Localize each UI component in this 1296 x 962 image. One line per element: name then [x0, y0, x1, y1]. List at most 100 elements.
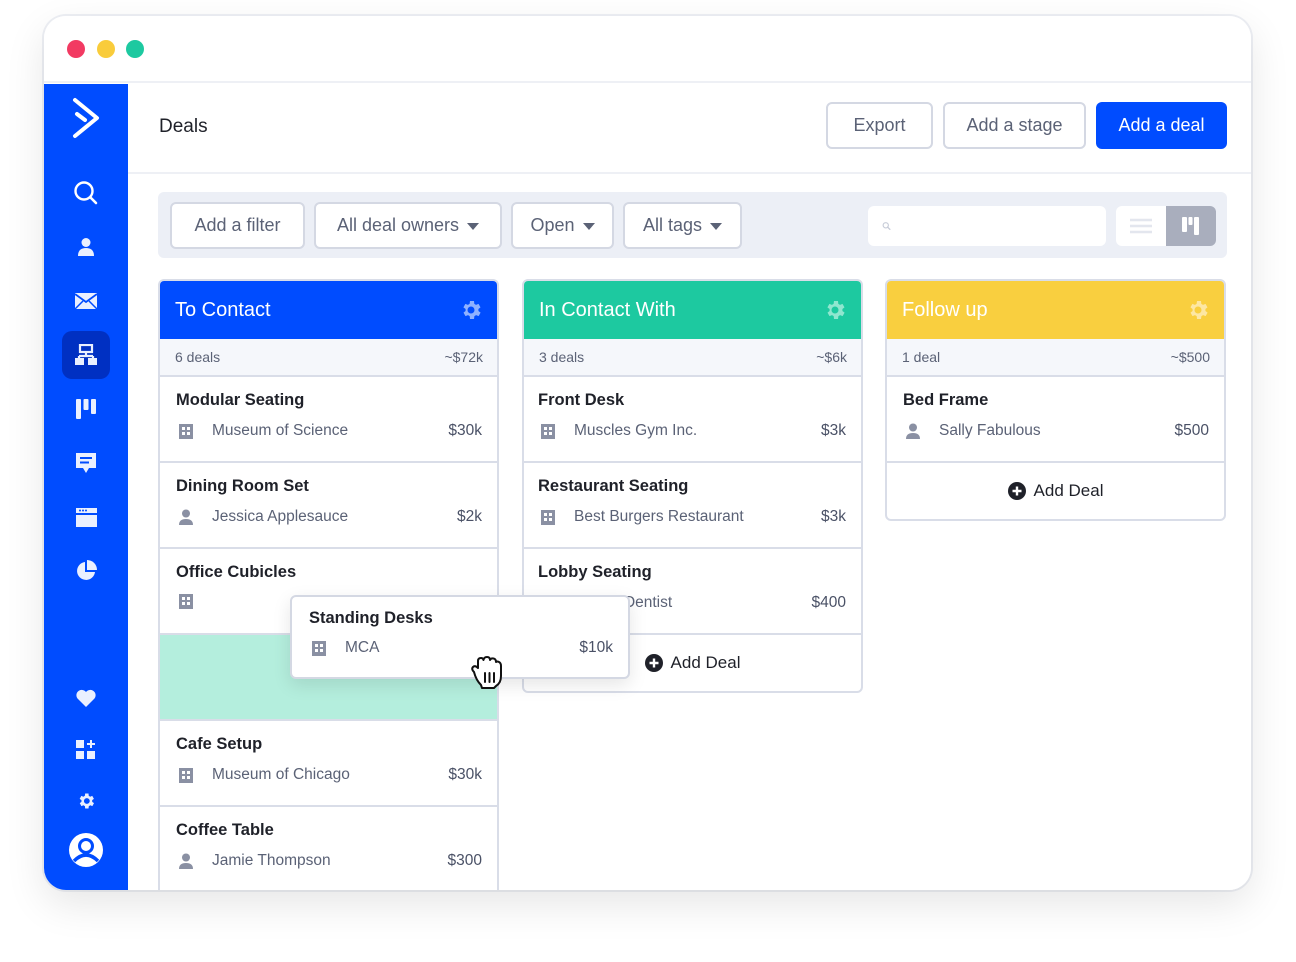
title-bar	[44, 16, 1251, 83]
minimize-window-button[interactable]	[97, 40, 115, 58]
deal-card[interactable]: Modular Seating Museum of Science $30k	[160, 377, 497, 463]
caret-down-icon	[710, 223, 723, 230]
kanban-icon	[1182, 217, 1199, 235]
status-dropdown[interactable]: Open	[511, 202, 614, 249]
add-deal-label: Add Deal	[1033, 481, 1104, 500]
person-icon	[906, 423, 920, 439]
stage-settings-gear-icon[interactable]	[823, 298, 847, 322]
deal-card[interactable]: Front Desk Muscles Gym Inc. $3k	[524, 377, 861, 463]
board-view-button[interactable]	[1166, 206, 1216, 246]
status-label: Open	[530, 215, 575, 235]
grab-hand-cursor-icon	[471, 656, 502, 689]
deal-contact: Jessica Applesauce	[212, 508, 349, 525]
activecampaign-logo-icon	[73, 98, 99, 138]
building-icon	[179, 594, 193, 609]
pie-chart-icon	[76, 559, 97, 580]
tags-dropdown[interactable]: All tags	[623, 202, 742, 249]
close-window-button[interactable]	[67, 40, 85, 58]
stage-title: Follow up	[902, 298, 988, 321]
deal-owners-dropdown[interactable]: All deal owners	[314, 202, 502, 249]
list-view-button[interactable]	[1116, 206, 1166, 246]
deal-title: Standing Desks	[309, 609, 433, 627]
deal-amount: $500	[1174, 422, 1209, 439]
sidebar-item-search[interactable]	[62, 169, 110, 217]
deal-amount: $300	[447, 852, 482, 869]
apps-add-icon	[76, 740, 95, 759]
sidebar-item-campaigns[interactable]	[62, 277, 110, 325]
deal-contact: Museum of Science	[212, 422, 349, 439]
sidebar-item-apps[interactable]	[62, 726, 110, 774]
deal-contact: Jamie Thompson	[212, 852, 331, 869]
list-icon	[1130, 218, 1152, 234]
filter-bar: Add a filter All deal owners Open All ta…	[158, 192, 1227, 258]
deal-title: Office Cubicles	[176, 563, 297, 581]
person-icon	[179, 853, 193, 869]
stage-settings-gear-icon[interactable]	[1186, 298, 1210, 322]
deal-contact: Museum of Chicago	[212, 766, 350, 783]
kanban-icon	[76, 399, 96, 419]
stage-header: In Contact With	[524, 281, 861, 339]
sidebar-item-contacts[interactable]	[62, 223, 110, 271]
deal-amount: $3k	[821, 422, 846, 439]
deal-title: Front Desk	[538, 391, 625, 409]
deal-title: Dining Room Set	[176, 477, 309, 495]
stage-settings-gear-icon[interactable]	[459, 298, 483, 322]
dragging-deal-card[interactable]: Standing Desks MCA $10k	[290, 595, 630, 679]
deal-contact: Sally Fabulous	[939, 422, 1041, 439]
deal-amount: $10k	[579, 639, 613, 656]
chat-icon	[76, 452, 96, 473]
add-deal-link[interactable]: Add Deal	[887, 463, 1224, 519]
sidebar-item-reports[interactable]	[62, 546, 110, 594]
stage-header: To Contact	[160, 281, 497, 339]
search-icon	[74, 181, 98, 205]
building-icon	[541, 423, 555, 439]
stage-total: ~$500	[1170, 349, 1210, 365]
person-icon	[78, 238, 94, 256]
sidebar-item-settings[interactable]	[62, 777, 110, 825]
logo[interactable]	[62, 94, 110, 142]
deal-owners-label: All deal owners	[336, 215, 460, 235]
deal-card[interactable]: Coffee Table Jamie Thompson $300	[160, 807, 497, 890]
deal-card[interactable]: Cafe Setup Museum of Chicago $30k	[160, 721, 497, 807]
sidebar-item-site[interactable]	[62, 493, 110, 541]
envelope-icon	[75, 293, 97, 309]
deal-amount: $30k	[448, 766, 482, 783]
stage-column: Follow up 1 deal ~$500 Bed Frame Sally F…	[885, 279, 1226, 521]
sidebar-item-account[interactable]	[62, 826, 110, 874]
sidebar-item-automations[interactable]	[62, 331, 110, 379]
deal-amount: $3k	[821, 508, 846, 525]
search-box[interactable]	[868, 206, 1106, 246]
tags-label: All tags	[642, 215, 703, 235]
view-toggle	[1116, 206, 1216, 246]
add-deal-label: Add Deal	[670, 653, 741, 672]
deal-title: Cafe Setup	[176, 735, 263, 753]
sidebar-item-deals[interactable]	[62, 385, 110, 433]
deal-count: 6 deals	[175, 349, 221, 365]
caret-down-icon	[467, 223, 480, 230]
deal-card[interactable]: Restaurant Seating Best Burgers Restaura…	[524, 463, 861, 549]
sidebar	[44, 84, 128, 890]
add-deal-button[interactable]: Add a deal	[1096, 102, 1227, 149]
sidebar-item-conversations[interactable]	[62, 439, 110, 487]
deal-amount: $2k	[457, 508, 482, 525]
search-input[interactable]	[899, 206, 1106, 246]
app-window: Deals Export Add a stage Add a deal Add …	[44, 16, 1251, 890]
deal-contact: Best Burgers Restaurant	[574, 508, 744, 525]
export-button[interactable]: Export	[826, 102, 933, 149]
page-header: Deals Export Add a stage Add a deal	[128, 84, 1251, 174]
deal-amount: $400	[811, 594, 846, 611]
caret-down-icon	[582, 223, 595, 230]
add-filter-label: Add a filter	[194, 215, 281, 235]
sitemap-icon	[75, 344, 97, 365]
deal-card[interactable]: Dining Room Set Jessica Applesauce $2k	[160, 463, 497, 549]
add-filter-button[interactable]: Add a filter	[170, 202, 305, 249]
page-title: Deals	[159, 116, 208, 137]
deal-card[interactable]: Bed Frame Sally Fabulous $500	[887, 377, 1224, 463]
building-icon	[179, 423, 193, 439]
maximize-window-button[interactable]	[126, 40, 144, 58]
stage-title: In Contact With	[539, 298, 676, 321]
sidebar-item-favorites[interactable]	[62, 674, 110, 722]
add-stage-button[interactable]: Add a stage	[943, 102, 1086, 149]
deal-contact: Muscles Gym Inc.	[574, 422, 698, 439]
building-icon	[541, 509, 555, 525]
